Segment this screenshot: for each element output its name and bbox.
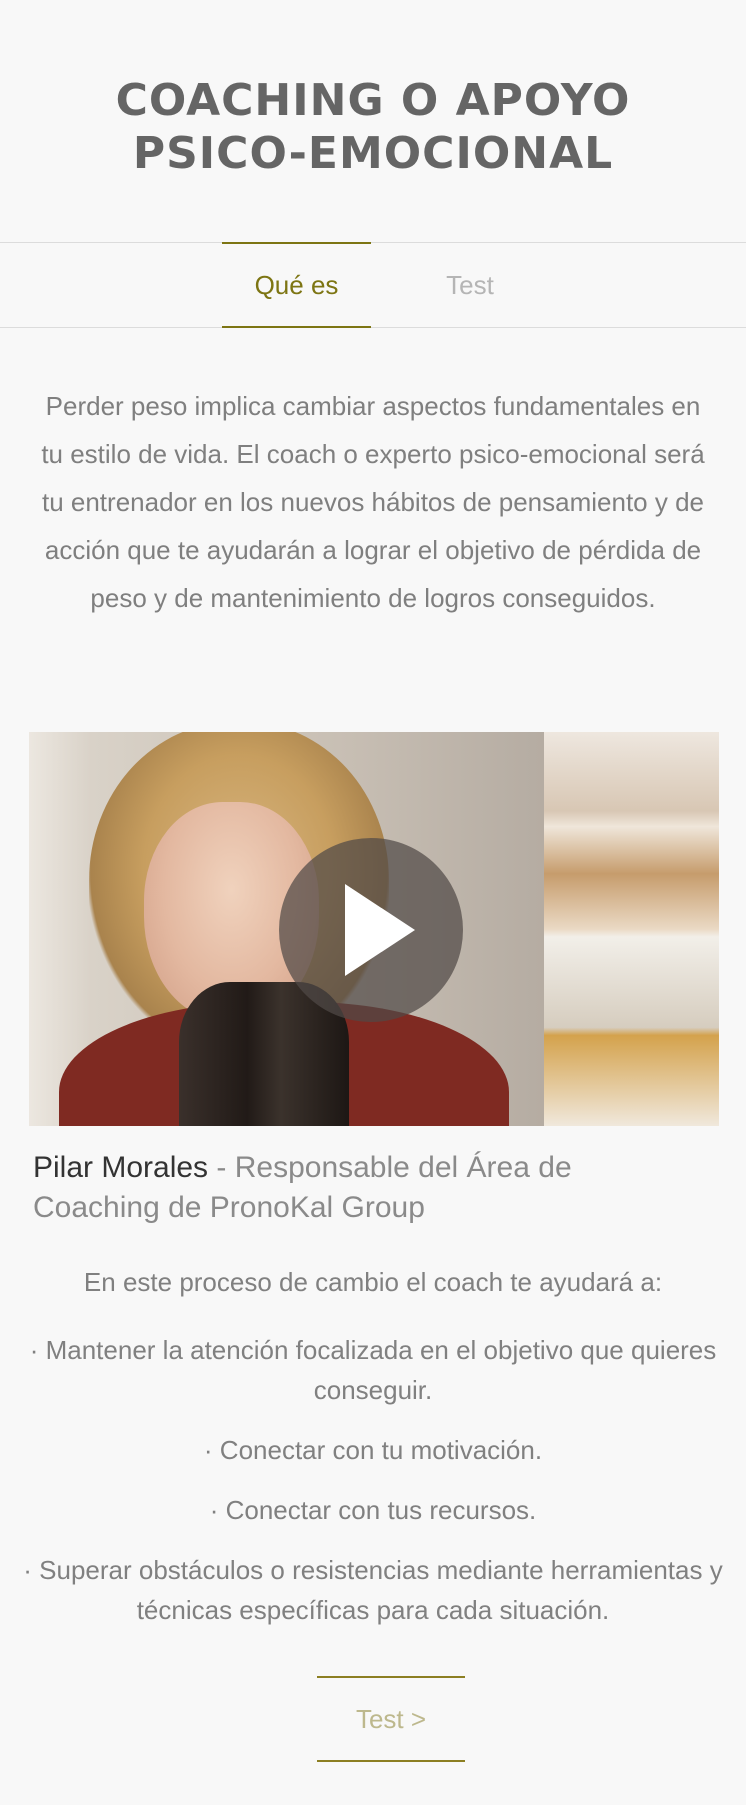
play-icon[interactable] bbox=[279, 838, 463, 1022]
list-item: · Mantener la atención focalizada en el … bbox=[29, 1335, 717, 1405]
video-player[interactable] bbox=[29, 732, 719, 1126]
page-title-line2: PSICO-EMOCIONAL bbox=[132, 128, 614, 179]
speaker-name: Pilar Morales bbox=[33, 1151, 209, 1184]
list-item: · Conectar con tus recursos. bbox=[209, 1495, 537, 1525]
test-link-button[interactable]: Test > bbox=[317, 1676, 465, 1762]
list-item: · Superar obstáculos o resistencias medi… bbox=[23, 1555, 723, 1625]
page-title-line1: COACHING O APOYO bbox=[115, 75, 631, 126]
tab-test[interactable]: Test bbox=[420, 242, 520, 328]
tab-bar: Qué es Test bbox=[0, 242, 746, 328]
video-caption: Pilar Morales - Responsable del Área de … bbox=[33, 1148, 693, 1228]
tab-que-es[interactable]: Qué es bbox=[222, 242, 371, 328]
video-thumbnail-collage bbox=[544, 732, 719, 1126]
intro-text: Perder peso implica cambiar aspectos fun… bbox=[41, 391, 705, 613]
coach-lead-text: En este proceso de cambio el coach te ay… bbox=[83, 1267, 663, 1297]
page-title: COACHING O APOYO PSICO-EMOCIONAL bbox=[0, 74, 746, 180]
list-item: · Conectar con tu motivación. bbox=[203, 1435, 543, 1465]
benefits-list: · Mantener la atención focalizada en el … bbox=[20, 1330, 726, 1650]
